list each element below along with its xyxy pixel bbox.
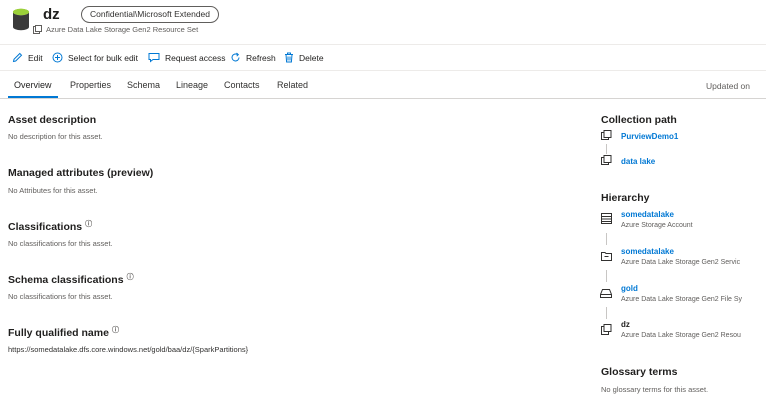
edit-label: Edit — [28, 52, 43, 63]
file-system-icon — [600, 289, 612, 298]
classifications-title: Classifications — [8, 221, 83, 233]
fqn-heading: Fully qualified name ⓘ — [8, 325, 119, 339]
add-circle-icon — [52, 52, 63, 63]
request-access-button[interactable]: Request access — [148, 45, 225, 70]
hierarchy-item-type: Azure Data Lake Storage Gen2 Servic — [621, 259, 741, 266]
asset-description-heading: Asset description — [8, 114, 97, 126]
fqn-title: Fully qualified name — [8, 327, 109, 339]
glossary-terms-text: No glossary terms for this asset. — [601, 385, 709, 394]
asset-type-label: Azure Data Lake Storage Gen2 Resource Se… — [46, 25, 199, 34]
request-access-label: Request access — [165, 52, 226, 63]
schema-classifications-title: Schema classifications — [8, 274, 124, 286]
tab-properties[interactable]: Properties — [70, 80, 111, 90]
trash-icon — [285, 52, 293, 63]
bulk-edit-label: Select for bulk edit — [68, 52, 138, 63]
delete-button[interactable]: Delete — [284, 45, 324, 70]
tab-overview[interactable]: Overview — [14, 80, 52, 90]
refresh-label: Refresh — [246, 52, 276, 63]
schema-classifications-text: No classifications for this asset. — [8, 292, 113, 301]
command-bar: Edit Select for bulk edit Request access… — [0, 44, 766, 71]
page-title: dz — [43, 6, 60, 23]
delete-label: Delete — [299, 52, 324, 63]
resource-set-icon — [601, 324, 612, 335]
collection-purviewdemo1-link[interactable]: PurviewDemo1 — [621, 132, 678, 141]
collection-icon — [601, 130, 612, 140]
active-tab-indicator — [8, 96, 58, 98]
bulk-edit-button[interactable]: Select for bulk edit — [52, 45, 138, 70]
hierarchy-item-link[interactable]: somedatalake — [621, 210, 674, 219]
schema-classifications-heading: Schema classifications ⓘ — [8, 272, 134, 286]
hierarchy-item-link[interactable]: somedatalake — [621, 247, 674, 256]
managed-attributes-heading: Managed attributes (preview) — [8, 167, 154, 179]
classifications-heading: Classifications ⓘ — [8, 219, 92, 233]
collection-icon — [601, 155, 612, 165]
edit-button[interactable]: Edit — [12, 45, 43, 70]
hierarchy-connector — [606, 233, 607, 245]
info-icon[interactable]: ⓘ — [112, 327, 119, 334]
asset-type: Azure Data Lake Storage Gen2 Resource Se… — [33, 25, 198, 34]
path-connector — [606, 144, 607, 154]
info-icon[interactable]: ⓘ — [85, 221, 92, 228]
resource-set-small-icon — [33, 25, 42, 34]
pencil-icon — [12, 52, 23, 63]
hierarchy-connector — [606, 307, 607, 319]
tab-related[interactable]: Related — [277, 80, 308, 90]
hierarchy-heading: Hierarchy — [601, 192, 650, 204]
folder-icon — [601, 252, 612, 261]
hierarchy-item-type: Azure Data Lake Storage Gen2 Resou — [621, 332, 741, 339]
tab-contacts[interactable]: Contacts — [224, 80, 260, 90]
hierarchy-item-type: Azure Storage Account — [621, 222, 693, 229]
classifications-text: No classifications for this asset. — [8, 239, 113, 248]
resource-set-icon — [13, 8, 29, 31]
asset-description-text: No description for this asset. — [8, 132, 103, 141]
tabs-divider — [0, 98, 766, 99]
info-icon[interactable]: ⓘ — [127, 274, 134, 281]
chat-icon — [148, 53, 160, 63]
updated-on-label: Updated on — [706, 81, 750, 91]
refresh-icon — [231, 52, 240, 62]
tab-schema[interactable]: Schema — [127, 80, 160, 90]
refresh-button[interactable]: Refresh — [230, 45, 276, 70]
hierarchy-connector — [606, 270, 607, 282]
collection-path-heading: Collection path — [601, 114, 677, 126]
sensitivity-badge: Confidential\Microsoft Extended — [81, 6, 220, 23]
hierarchy-current-item: dz — [621, 320, 630, 329]
hierarchy-item-type: Azure Data Lake Storage Gen2 File Sy — [621, 296, 743, 303]
storage-account-icon — [601, 213, 612, 224]
collection-data-lake-link[interactable]: data lake — [621, 157, 655, 166]
glossary-terms-heading: Glossary terms — [601, 366, 678, 378]
fqn-text: https://somedatalake.dfs.core.windows.ne… — [8, 345, 249, 354]
managed-attributes-text: No Attributes for this asset. — [8, 186, 98, 195]
tab-lineage[interactable]: Lineage — [176, 80, 208, 90]
hierarchy-item-link[interactable]: gold — [621, 284, 638, 293]
